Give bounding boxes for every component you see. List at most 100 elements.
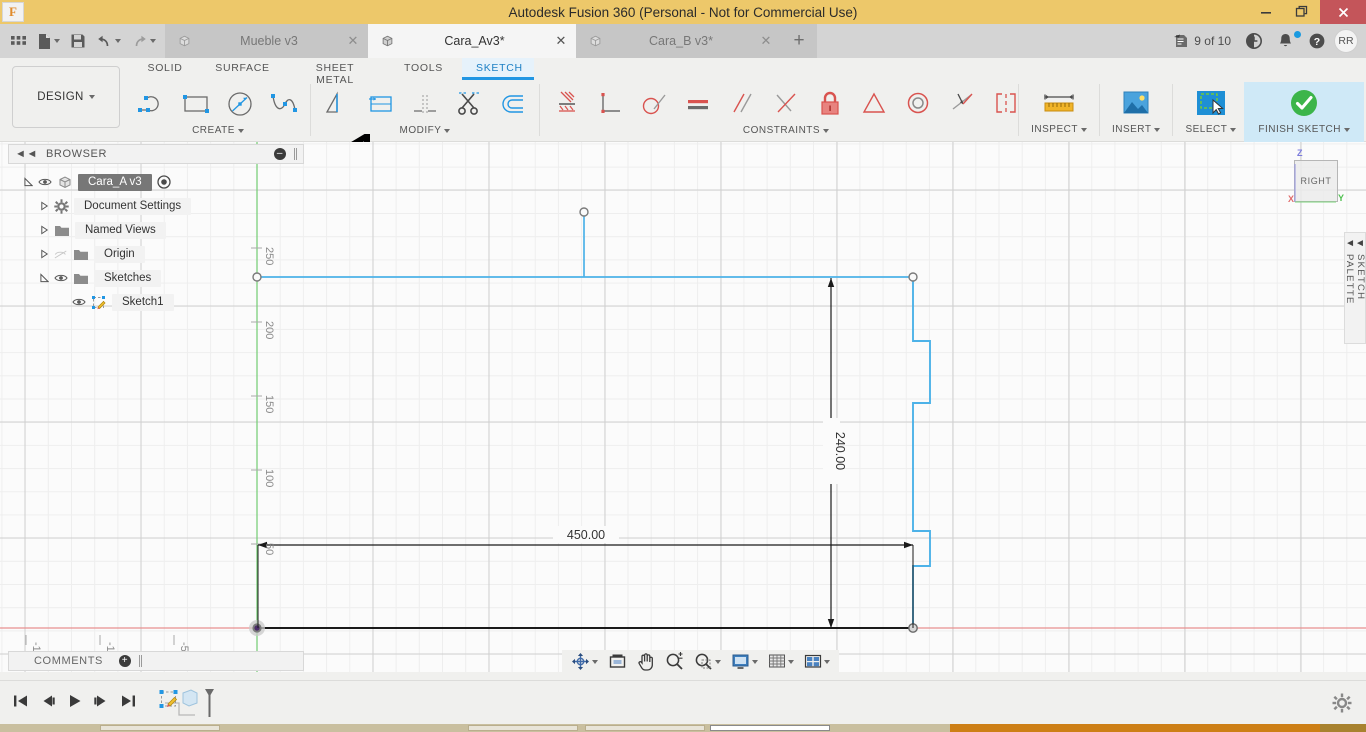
ribbon-tab-sheet-metal[interactable]: SHEET METAL [285, 58, 385, 86]
constraint-collinear-icon[interactable] [764, 83, 808, 125]
constraint-perpendicular-icon[interactable] [588, 83, 632, 125]
constraint-concentric-icon[interactable] [896, 83, 940, 125]
close-tab-icon[interactable]: ✕ [759, 33, 773, 49]
ribbon-tab-solid[interactable]: SOLID [130, 58, 200, 80]
document-tab-cara-b[interactable]: Cara_B v3* ✕ [576, 24, 781, 58]
look-at-tool[interactable] [603, 650, 632, 673]
sketch-break-icon[interactable] [403, 83, 447, 125]
timeline-settings-gear-icon[interactable] [1332, 693, 1352, 716]
collapse-palette-icon[interactable]: ◄◄ [1345, 238, 1365, 249]
constraint-symmetry-icon[interactable] [852, 83, 896, 125]
step-back-icon[interactable] [39, 693, 56, 712]
orbit-tool[interactable] [566, 650, 603, 673]
finish-sketch-button[interactable]: FINISH SKETCH [1244, 82, 1364, 142]
chevron-down-icon[interactable] [115, 39, 121, 43]
avatar[interactable]: RR [1334, 29, 1358, 53]
taskbar-item[interactable] [100, 725, 220, 731]
save-icon[interactable] [65, 24, 91, 58]
collapse-browser-icon[interactable]: ◄◄ [15, 148, 38, 160]
document-tab-mueble[interactable]: Mueble v3 ✕ [165, 24, 368, 58]
minimize-browser-icon[interactable]: – [274, 148, 286, 160]
pan-tool[interactable] [632, 650, 660, 673]
constraint-parallel-icon[interactable] [720, 83, 764, 125]
visibility-eye-off-icon[interactable] [54, 249, 68, 260]
chevron-down-icon[interactable] [824, 659, 830, 664]
expander-collapsed-icon[interactable] [40, 249, 49, 259]
chevron-down-icon[interactable] [150, 39, 156, 43]
taskbar-item[interactable] [468, 725, 578, 731]
sketch-scale-icon[interactable] [315, 83, 359, 125]
tree-node-origin[interactable]: Origin [8, 242, 258, 266]
visibility-eye-icon[interactable] [54, 273, 68, 283]
maximize-button[interactable] [1284, 0, 1320, 24]
play-icon[interactable] [66, 693, 83, 712]
notifications-bell[interactable] [1271, 31, 1301, 50]
close-button[interactable] [1320, 0, 1366, 24]
expander-collapsed-icon[interactable] [40, 201, 49, 211]
sketch-spline-icon[interactable] [262, 83, 306, 125]
close-tab-icon[interactable]: ✕ [554, 33, 568, 49]
constraint-tangent-icon[interactable] [632, 83, 676, 125]
document-tab-cara-a[interactable]: Cara_Av3* ✕ [368, 24, 576, 58]
activate-component-radio[interactable] [157, 175, 171, 189]
sketch-palette-tab[interactable]: ◄◄ SKETCH PALETTE [1344, 232, 1366, 344]
recent-clock-icon[interactable] [1239, 32, 1269, 50]
chevron-down-icon[interactable] [715, 659, 721, 664]
view-cube-face[interactable]: RIGHT [1294, 160, 1338, 202]
jump-start-icon[interactable] [12, 693, 29, 712]
ribbon-tab-tools[interactable]: TOOLS [385, 58, 462, 80]
undo-icon[interactable] [91, 24, 126, 58]
ribbon-tab-sketch[interactable]: SKETCH [462, 58, 534, 80]
new-document-icon[interactable] [32, 24, 65, 58]
sketch-offset-grid-icon[interactable] [359, 83, 403, 125]
expander-expanded-icon[interactable] [40, 273, 49, 283]
step-forward-icon[interactable] [93, 693, 110, 712]
sketch-offset-icon[interactable] [491, 83, 535, 125]
timeline-feature-node[interactable] [159, 685, 221, 721]
visibility-eye-icon[interactable] [38, 177, 52, 187]
redo-icon[interactable] [126, 24, 161, 58]
grid-snap-tool[interactable] [763, 650, 799, 673]
ribbon-group-insert[interactable]: INSERT [1104, 82, 1169, 142]
ribbon-group-inspect[interactable]: INSPECT [1023, 82, 1095, 142]
ribbon-group-label-create[interactable]: CREATE [192, 125, 244, 136]
taskbar-item[interactable] [585, 725, 705, 731]
add-comment-icon[interactable]: + [118, 655, 131, 667]
tree-node-named-views[interactable]: Named Views [8, 218, 258, 242]
panel-grip[interactable] [138, 655, 142, 667]
sketch-trim-scissors-icon[interactable] [447, 83, 491, 125]
constraint-lock-icon[interactable] [808, 83, 852, 125]
workspace-selector[interactable]: DESIGN [12, 66, 120, 128]
help-icon[interactable]: ? [1302, 32, 1332, 50]
taskbar-item-active[interactable] [710, 725, 830, 731]
display-settings-tool[interactable] [726, 650, 763, 673]
view-cube[interactable]: RIGHT Z Y X [1288, 148, 1344, 206]
new-tab-button[interactable]: + [781, 24, 817, 58]
tree-node-sketches[interactable]: Sketches [8, 266, 258, 290]
zoom-window-tool[interactable] [689, 650, 726, 673]
sketch-arc-icon[interactable] [130, 83, 174, 125]
ribbon-tab-surface[interactable]: SURFACE [200, 58, 285, 80]
sketch-circle-icon[interactable] [218, 83, 262, 125]
app-grid-icon[interactable] [5, 24, 32, 58]
zoom-tool[interactable] [660, 650, 689, 673]
chevron-down-icon[interactable] [788, 659, 794, 664]
sketch-rectangle-icon[interactable] [174, 83, 218, 125]
minimize-button[interactable] [1248, 0, 1284, 24]
ribbon-group-label-constraints[interactable]: CONSTRAINTS [743, 125, 830, 136]
ribbon-group-select[interactable]: SELECT [1177, 82, 1244, 142]
chevron-down-icon[interactable] [592, 659, 598, 664]
expander-collapsed-icon[interactable] [40, 225, 49, 235]
close-tab-icon[interactable]: ✕ [346, 33, 360, 49]
tree-node-cara-a[interactable]: Cara_A v3 [8, 170, 258, 194]
tree-node-document-settings[interactable]: Document Settings [8, 194, 258, 218]
constraint-equal-icon[interactable] [676, 83, 720, 125]
panel-grip[interactable] [294, 148, 297, 160]
chevron-down-icon[interactable] [752, 659, 758, 664]
tree-node-sketch1[interactable]: Sketch1 [8, 290, 258, 314]
expander-expanded-icon[interactable] [24, 177, 33, 187]
viewports-tool[interactable] [799, 650, 835, 673]
visibility-eye-icon[interactable] [72, 297, 86, 307]
jump-end-icon[interactable] [120, 693, 137, 712]
job-status-indicator[interactable]: 9 of 10 [1167, 33, 1237, 49]
